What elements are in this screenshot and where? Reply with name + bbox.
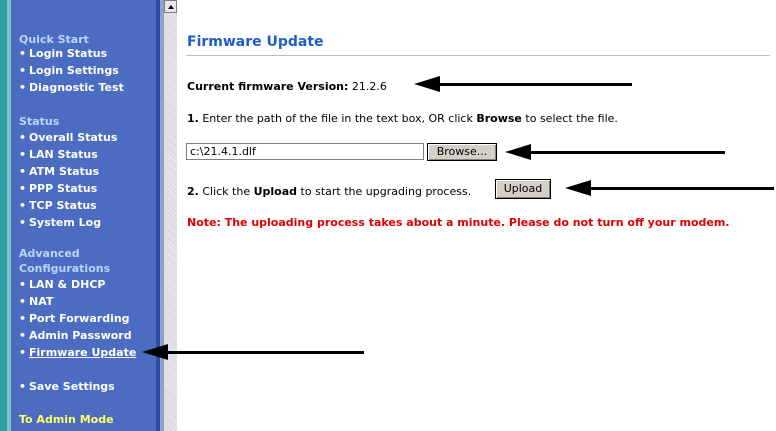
bullet-icon: • xyxy=(19,380,27,393)
current-firmware-version: Current firmware Version: 21.2.6 xyxy=(187,80,387,93)
sidebar-item-login-settings[interactable]: • Login Settings xyxy=(19,64,119,77)
sidebar-item-port-forwarding[interactable]: • Port Forwarding xyxy=(19,312,130,325)
section-title-quick-start: Quick Start xyxy=(19,33,89,46)
sidebar-item-atm-status[interactable]: • ATM Status xyxy=(19,165,99,178)
sidebar-item-diagnostic-test[interactable]: • Diagnostic Test xyxy=(19,81,124,94)
bullet-icon: • xyxy=(19,165,27,178)
bullet-icon: • xyxy=(19,295,27,308)
bullet-icon: • xyxy=(19,329,27,342)
step2-instructions: 2. Click the Upload to start the upgradi… xyxy=(187,185,472,198)
firmware-version-value: 21.2.6 xyxy=(351,80,387,93)
sidebar-item-lan-status[interactable]: • LAN Status xyxy=(19,148,98,161)
sidebar-item-tcp-status[interactable]: • TCP Status xyxy=(19,199,97,212)
bullet-icon: • xyxy=(19,47,27,60)
bullet-icon: • xyxy=(19,346,27,359)
bullet-icon: • xyxy=(19,64,27,77)
bullet-icon: • xyxy=(19,216,27,229)
bullet-icon: • xyxy=(19,131,27,144)
sidebar-item-firmware-update[interactable]: • Firmware Update xyxy=(19,346,136,359)
bullet-icon: • xyxy=(19,312,27,325)
sidebar-item-save-settings[interactable]: • Save Settings xyxy=(19,380,115,393)
admin-mode-link[interactable]: To Admin Mode xyxy=(19,413,114,426)
sidebar-item-nat[interactable]: • NAT xyxy=(19,295,53,308)
sidebar-scrollbar[interactable] xyxy=(163,0,177,431)
sidebar-item-system-log[interactable]: • System Log xyxy=(19,216,101,229)
browse-button[interactable]: Browse... xyxy=(427,143,497,161)
bullet-icon: • xyxy=(19,278,27,291)
sidebar-item-admin-password[interactable]: • Admin Password xyxy=(19,329,132,342)
sidebar-item-login-status[interactable]: • Login Status xyxy=(19,47,107,60)
bullet-icon: • xyxy=(19,81,27,94)
title-divider xyxy=(186,55,770,56)
section-title-status: Status xyxy=(19,115,60,128)
upload-warning-note: Note: The uploading process takes about … xyxy=(187,216,730,229)
sidebar-item-lan-dhcp[interactable]: • LAN & DHCP xyxy=(19,278,105,291)
upload-button[interactable]: Upload xyxy=(495,179,551,199)
sidebar-item-ppp-status[interactable]: • PPP Status xyxy=(19,182,97,195)
step1-instructions: 1. Enter the path of the file in the tex… xyxy=(187,112,618,125)
firmware-file-path-input[interactable] xyxy=(186,143,424,160)
page-title: Firmware Update xyxy=(187,34,324,50)
bullet-icon: • xyxy=(19,148,27,161)
bullet-icon: • xyxy=(19,199,27,212)
scroll-up-icon[interactable] xyxy=(164,0,177,13)
sidebar-item-overall-status[interactable]: • Overall Status xyxy=(19,131,117,144)
section-title-advanced: Advanced xyxy=(19,247,80,260)
bullet-icon: • xyxy=(19,182,27,195)
section-title-configurations: Configurations xyxy=(19,262,111,275)
